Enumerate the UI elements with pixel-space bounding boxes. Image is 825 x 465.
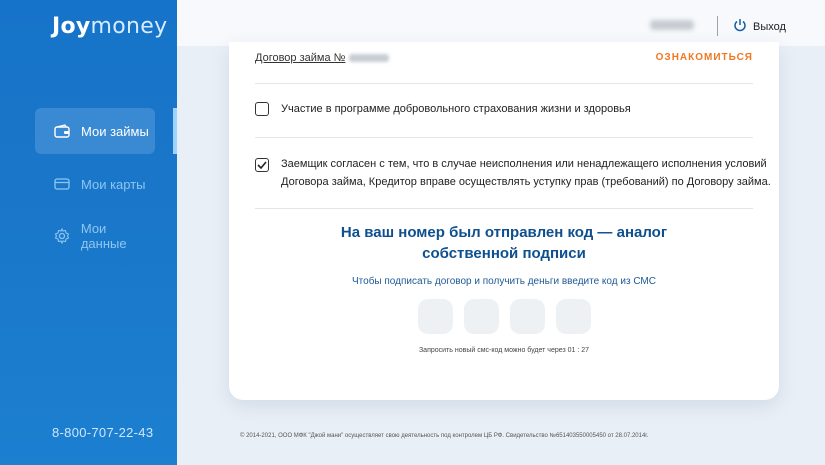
topbar xyxy=(177,0,825,46)
topbar-divider xyxy=(717,16,718,36)
code-digit-input[interactable] xyxy=(464,299,499,334)
gear-icon xyxy=(53,227,71,245)
sidebar-item-label: Мои данные xyxy=(80,221,127,251)
code-digit-input[interactable] xyxy=(418,299,453,334)
sidebar-item-my-cards[interactable]: Мои карты xyxy=(35,161,155,207)
sidebar-item-my-data[interactable]: Мои данные xyxy=(35,213,155,259)
code-subtitle: Чтобы подписать договор и получить деньг… xyxy=(352,276,656,287)
assignment-checkbox[interactable] xyxy=(255,158,269,172)
assignment-line-2: Договора займа, Кредитор вправе осуществ… xyxy=(281,176,771,188)
acquaint-link[interactable]: ОЗНАКОМИТЬСЯ xyxy=(656,52,753,63)
code-digit-input[interactable] xyxy=(556,299,591,334)
divider xyxy=(255,137,753,138)
code-digit-input[interactable] xyxy=(510,299,545,334)
logo-joy: Joy xyxy=(52,14,91,39)
sign-card: Договор займа № ОЗНАКОМИТЬСЯ Участие в п… xyxy=(229,42,779,400)
sidebar-item-label: Мои карты xyxy=(81,176,146,192)
wallet-icon xyxy=(53,122,71,140)
sidebar-item-my-loans[interactable]: Мои займы xyxy=(35,108,155,154)
assignment-label: Заемщик согласен с тем, что в случае неи… xyxy=(281,155,771,191)
code-title-line-2: собственной подписи xyxy=(422,245,586,262)
contract-label[interactable]: Договор займа № xyxy=(255,52,345,64)
insurance-label: Участие в программе добровольного страхо… xyxy=(281,103,631,115)
contract-number-blurred xyxy=(349,54,390,63)
assignment-line-1: Заемщик согласен с тем, что в случае неи… xyxy=(281,158,767,170)
code-title: На ваш номер был отправлен код — аналог … xyxy=(229,222,779,264)
sidebar-item-label: Мои займы xyxy=(81,123,149,139)
power-icon xyxy=(733,18,747,35)
support-phone[interactable]: 8-800-707-22-43 xyxy=(52,425,153,440)
footer-legal: © 2014-2021, ООО МФК "Джой мани" осущест… xyxy=(240,433,649,439)
logout-button[interactable]: Выход xyxy=(733,18,786,35)
logout-label: Выход xyxy=(753,20,786,33)
user-name-blurred xyxy=(650,20,694,30)
resend-timer: Запросить новый смс-код можно будет чере… xyxy=(418,347,590,354)
divider xyxy=(255,83,753,84)
code-title-line-1: На ваш номер был отправлен код — аналог xyxy=(340,224,668,241)
active-indicator xyxy=(173,108,177,154)
contract-row: Договор займа № ОЗНАКОМИТЬСЯ xyxy=(255,52,753,64)
insurance-checkbox[interactable] xyxy=(255,102,269,116)
sidebar: Joymoney Мои займы Мои карты Мои данные … xyxy=(0,0,177,465)
divider xyxy=(255,208,753,209)
brand-logo[interactable]: Joymoney xyxy=(52,14,167,39)
card-icon xyxy=(53,175,71,193)
checkmark-icon xyxy=(257,161,267,169)
sms-code-input xyxy=(418,299,591,334)
logo-money: money xyxy=(90,14,168,39)
